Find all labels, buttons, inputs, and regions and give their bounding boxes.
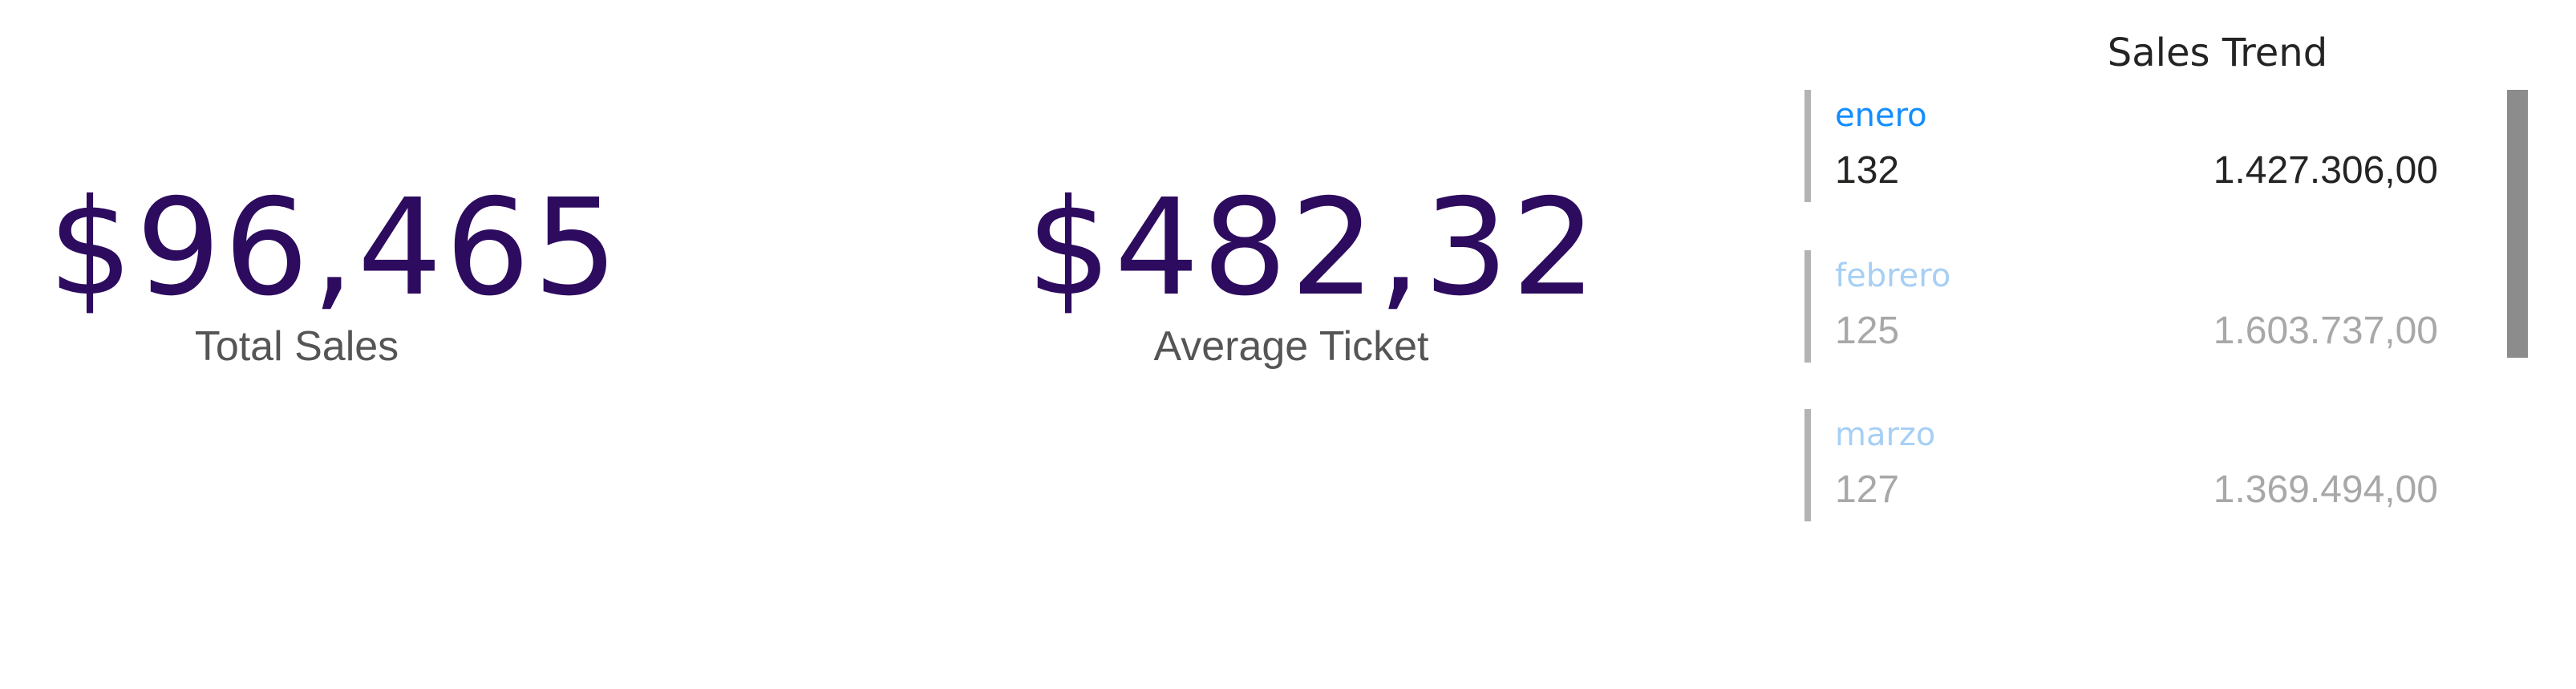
trend-card-amount: 1.603.737,00: [2213, 310, 2438, 352]
total-sales-label: Total Sales: [194, 323, 399, 370]
total-sales-value: $96,465: [48, 171, 622, 326]
trend-card-count: 132: [1835, 149, 1900, 192]
trend-card-count: 127: [1835, 468, 1900, 511]
report-canvas: $96,465 Total Sales $482,32 Average Tick…: [0, 0, 2576, 689]
trend-card-month: enero: [1835, 97, 1927, 134]
total-sales-card[interactable]: $96,465 Total Sales: [48, 171, 622, 371]
trend-card-month: febrero: [1835, 257, 1951, 294]
average-ticket-label: Average Ticket: [1153, 323, 1429, 370]
trend-card-month: marzo: [1835, 416, 1936, 453]
trend-card-amount: 1.369.494,00: [2213, 468, 2438, 511]
trend-card-febrero[interactable]: febrero 125 1.603.737,00: [1804, 250, 2438, 363]
trend-card-amount: 1.427.306,00: [2213, 149, 2438, 192]
scrollbar-thumb[interactable]: [2507, 90, 2528, 358]
trend-card-enero[interactable]: enero 132 1.427.306,00: [1804, 90, 2438, 202]
trend-card-marzo[interactable]: marzo 127 1.369.494,00: [1804, 409, 2438, 521]
sales-trend-title: Sales Trend: [2107, 30, 2328, 75]
average-ticket-card[interactable]: $482,32 Average Ticket: [1027, 171, 1600, 371]
average-ticket-value: $482,32: [1027, 171, 1600, 326]
trend-card-count: 125: [1835, 310, 1900, 352]
sales-trend-visual: Sales Trend enero 132 1.427.306,00 febre…: [1804, 0, 2528, 689]
